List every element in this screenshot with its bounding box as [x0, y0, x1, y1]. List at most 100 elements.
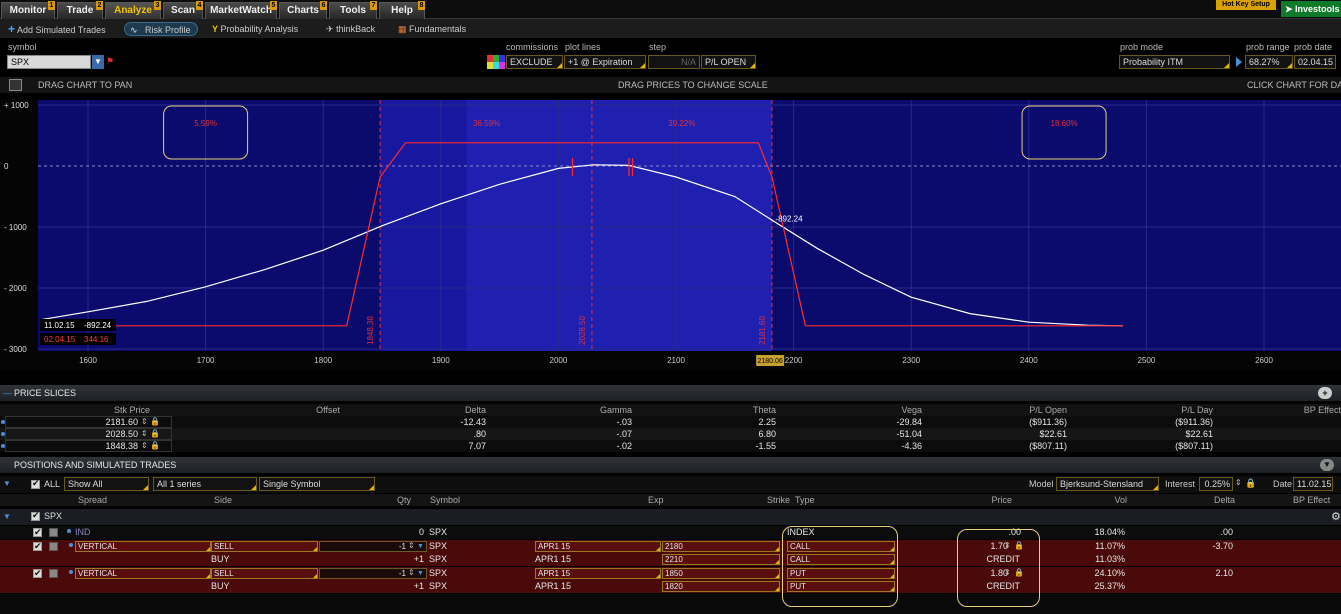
- position-checkbox[interactable]: [33, 567, 42, 579]
- commissions-select[interactable]: EXCLUDE: [506, 55, 563, 69]
- position-row[interactable]: VERTICALSELL-1SPXAPR1 152180CALL1.7011.0…: [0, 539, 1341, 553]
- model-select[interactable]: Bjerksund-Stensland: [1056, 477, 1159, 491]
- position-side[interactable]: SELL: [211, 567, 318, 579]
- expand-group-icon[interactable]: ▼: [3, 512, 11, 521]
- chart-settings-icon[interactable]: [9, 79, 22, 91]
- step-input[interactable]: N/A: [648, 55, 700, 69]
- position-exp[interactable]: APR1 15: [535, 540, 661, 552]
- investools-button[interactable]: ➤ Investools: [1281, 1, 1341, 17]
- tab-charts[interactable]: Charts 6: [279, 1, 327, 19]
- group-checkbox[interactable]: [31, 510, 40, 521]
- play-icon[interactable]: [1236, 57, 1242, 67]
- price-slice-row[interactable]: 2181.60 -12.43 -.03 2.25 -29.84 ($911.36) ($91…: [0, 416, 1341, 428]
- price-lock-icon[interactable]: 🔒: [1014, 567, 1024, 579]
- positions-filter-bar: ▼ ALL Show All All 1 series Single Symbo…: [0, 476, 1341, 493]
- qty-spinner-icon[interactable]: ⇕: [408, 567, 415, 579]
- tab-analyze[interactable]: Analyze 3: [105, 1, 161, 19]
- add-slice-icon[interactable]: +: [1318, 387, 1332, 399]
- position-header-8: Vol: [1114, 495, 1127, 505]
- position-symbol: SPX: [429, 540, 448, 551]
- interest-lock-icon[interactable]: 🔒: [1245, 478, 1256, 489]
- qty-spinner-icon[interactable]: ⇕: [408, 540, 415, 552]
- interest-spinner-icon[interactable]: ⇕: [1235, 478, 1242, 487]
- date-input[interactable]: 11.02.15: [1293, 477, 1333, 491]
- tab-tools[interactable]: Tools 7: [329, 1, 377, 19]
- collapse-icon[interactable]: —: [3, 385, 12, 401]
- flag-icon[interactable]: ⚑: [106, 56, 114, 67]
- price-slice-row[interactable]: 2028.50 .80 -.07 6.80 -51.04 $22.61 $22.61 ⇕ 🔒: [0, 428, 1341, 440]
- all-checkbox[interactable]: [31, 478, 40, 489]
- tab-scan[interactable]: Scan 4: [163, 1, 203, 19]
- price-spinner-icon[interactable]: ⇕: [1004, 567, 1011, 579]
- series-filter-select[interactable]: All 1 series: [153, 477, 257, 491]
- position-exp[interactable]: APR1 15: [535, 567, 661, 579]
- interest-input[interactable]: 0.25%: [1199, 477, 1233, 491]
- position-row[interactable]: VERTICALSELL-1SPXAPR1 151850PUT1.8024.10…: [0, 566, 1341, 580]
- position-row[interactable]: BUY +1 SPX APR1 15 2210 CALL CREDIT 11.03%: [0, 553, 1341, 566]
- slice-spinner-icon[interactable]: ⇕: [141, 416, 148, 428]
- expand-all-icon[interactable]: ▼: [3, 479, 11, 488]
- tab-monitor[interactable]: Monitor 1: [1, 1, 55, 19]
- tab-trade[interactable]: Trade 2: [57, 1, 103, 19]
- position-strike[interactable]: 1850: [662, 567, 780, 579]
- slice-cell: -29.84: [896, 417, 922, 427]
- qty-dropdown-icon[interactable]: ▼: [417, 568, 424, 580]
- gear-icon[interactable]: ⚙: [1331, 510, 1341, 523]
- position-square-icon[interactable]: [49, 541, 58, 551]
- position-spread[interactable]: VERTICAL: [75, 540, 211, 552]
- position-strike[interactable]: 2210: [662, 554, 780, 565]
- collapse-positions-icon[interactable]: ▼: [1320, 459, 1334, 471]
- position-checkbox[interactable]: [33, 526, 42, 538]
- risk-profile-chart[interactable]: + 1000 0 - 1000 - 2000 - 3000 5.59% 36.59% 39.…: [0, 100, 1341, 370]
- symbol-dropdown-icon[interactable]: ▼: [92, 55, 104, 69]
- tab-marketwatch[interactable]: MarketWatch 5: [205, 1, 277, 19]
- price-slice-row[interactable]: 1848.38 7.07 -.02 -1.55 -4.36 ($807.11) ($807.…: [0, 440, 1341, 452]
- symbol-input[interactable]: SPX: [7, 55, 91, 69]
- fundamentals-tab[interactable]: ▦ Fundamentals: [398, 22, 466, 36]
- symbol-mode-select[interactable]: Single Symbol: [259, 477, 375, 491]
- positions-header[interactable]: POSITIONS AND SIMULATED TRADES ▼: [0, 457, 1341, 473]
- probability-analysis-tab[interactable]: Y Probability Analysis: [212, 22, 298, 36]
- slice-lock-icon[interactable]: 🔒: [150, 440, 160, 452]
- color-grid-icon[interactable]: [487, 55, 505, 69]
- position-type[interactable]: CALL: [787, 554, 895, 565]
- prob-range-input[interactable]: 68.27%: [1245, 55, 1293, 69]
- plot-lines-select[interactable]: +1 @ Expiration: [564, 55, 646, 69]
- position-row[interactable]: IND 0 SPX INDEX .00 18.04% .00: [0, 526, 1341, 539]
- position-strike[interactable]: 2180: [662, 540, 780, 552]
- position-spread[interactable]: VERTICAL: [75, 567, 211, 579]
- price-spinner-icon[interactable]: ⇕: [1004, 540, 1011, 552]
- prob-mode-select[interactable]: Probability ITM: [1119, 55, 1230, 69]
- position-type[interactable]: PUT: [787, 567, 895, 579]
- slice-lock-icon[interactable]: 🔒: [150, 416, 160, 428]
- position-qty: +1: [413, 581, 424, 591]
- hot-key-setup-button[interactable]: Hot Key Setup: [1216, 0, 1276, 10]
- position-header-9: Delta: [1213, 495, 1235, 505]
- position-type[interactable]: CALL: [787, 540, 895, 552]
- position-square-icon[interactable]: [49, 568, 58, 578]
- x-tick-label: 2000: [550, 356, 568, 365]
- slice-cell: -12.43: [460, 417, 486, 427]
- position-side[interactable]: SELL: [211, 540, 318, 552]
- position-checkbox[interactable]: [33, 540, 42, 552]
- thinkback-tab[interactable]: ✈ thinkBack: [326, 22, 375, 36]
- price-slices-header[interactable]: — PRICE SLICES +: [0, 385, 1341, 401]
- position-square-icon[interactable]: [49, 528, 58, 537]
- slice-spinner-icon[interactable]: ⇕: [141, 428, 148, 440]
- pl-mode-select[interactable]: P/L OPEN: [701, 55, 756, 69]
- slice-cell: ($911.36): [1029, 417, 1067, 427]
- risk-profile-tab[interactable]: ∿ Risk Profile: [124, 22, 198, 36]
- position-strike[interactable]: 1820: [662, 581, 780, 592]
- position-row[interactable]: BUY +1 SPX APR1 15 1820 PUT CREDIT 25.37%: [0, 580, 1341, 593]
- show-filter-select[interactable]: Show All: [64, 477, 149, 491]
- position-qty: 0: [418, 527, 424, 537]
- add-simulated-trades-tab[interactable]: + Add Simulated Trades: [8, 22, 106, 36]
- qty-dropdown-icon[interactable]: ▼: [417, 541, 424, 553]
- tab-help[interactable]: Help 8: [379, 1, 425, 19]
- position-type[interactable]: PUT: [787, 581, 895, 592]
- price-lock-icon[interactable]: 🔒: [1014, 540, 1024, 552]
- slice-spinner-icon[interactable]: ⇕: [141, 440, 148, 452]
- slice-lock-icon[interactable]: 🔒: [150, 428, 160, 440]
- spx-group-row[interactable]: ▼ SPX ⚙: [0, 509, 1341, 525]
- prob-date-input[interactable]: 02.04.15: [1294, 55, 1336, 69]
